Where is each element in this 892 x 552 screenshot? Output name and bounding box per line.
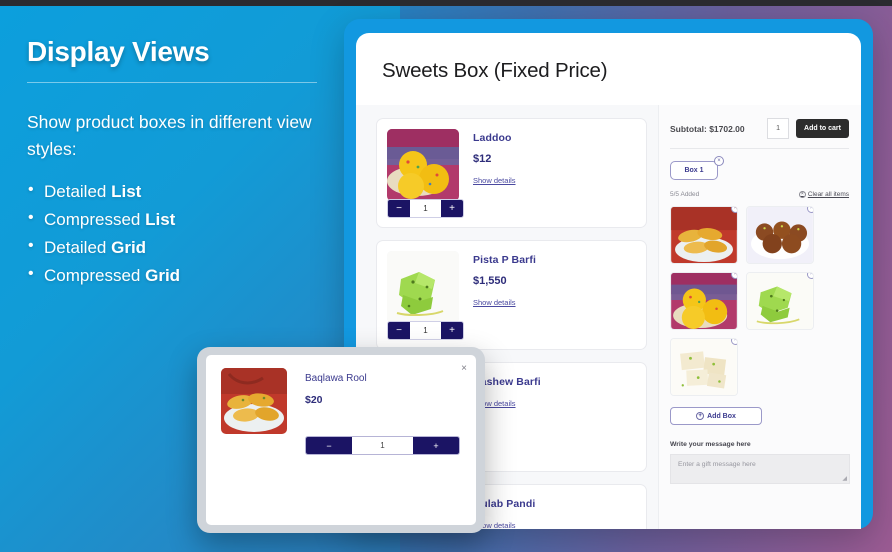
bullet-prefix: Compressed (44, 210, 146, 230)
modal-product-name: Baqlawa Rool (305, 373, 367, 384)
app-title: Sweets Box (Fixed Price) (382, 59, 608, 82)
pista-barfi-image (387, 251, 459, 323)
remove-item-icon[interactable]: × (731, 273, 737, 279)
remove-item-icon[interactable]: × (807, 273, 813, 279)
increment-button[interactable]: + (413, 437, 459, 454)
cashew-barfi-image (671, 339, 737, 395)
bullet-strong: List (145, 210, 176, 230)
cart-summary-row: Subtotal: $1702.00 1 Add to cart (670, 118, 849, 139)
decrement-button[interactable]: − (306, 437, 352, 454)
gift-message-placeholder: Enter a gift message here (678, 461, 756, 468)
bullet-prefix: Compressed (44, 266, 146, 286)
cart-divider (670, 148, 849, 149)
add-box-label: Add Box (707, 412, 736, 420)
add-to-cart-button[interactable]: Add to cart (796, 119, 849, 138)
product-name: Pista P Barfi (473, 254, 536, 266)
baqlawa-rool-image (221, 368, 287, 434)
added-status-row: 5/5 Added × Clear all items (670, 191, 849, 198)
bullet-prefix: Detailed (44, 182, 112, 202)
list-item: Detailed List (28, 177, 327, 206)
modal-quantity-stepper[interactable]: − 1 + (305, 436, 460, 455)
remove-item-icon[interactable]: × (807, 207, 813, 213)
screenshot-stage: Display Views Show product boxes in diff… (0, 0, 892, 552)
resize-handle-icon[interactable]: ◢ (842, 475, 847, 482)
bullet-strong: Grid (111, 238, 147, 258)
bullet-strong: List (111, 182, 142, 202)
title-divider (27, 82, 317, 83)
bullet-prefix: Detailed (44, 238, 112, 258)
close-icon[interactable]: × (461, 363, 467, 374)
box-tabs: Box 1 × (670, 156, 849, 181)
plus-icon: + (696, 412, 705, 420)
tablet-device-frame: × Baqlawa Rool $20 − 1 + (197, 347, 485, 533)
product-info: Laddoo $12 Show details (459, 129, 516, 217)
cart-panel: Subtotal: $1702.00 1 Add to cart Box 1 ×… (658, 105, 861, 529)
selected-item-tile[interactable]: × (746, 206, 814, 264)
remove-box-icon[interactable]: × (714, 156, 724, 166)
modal-product-row: Baqlawa Rool $20 (206, 355, 476, 434)
quantity-stepper[interactable]: − 1 + (387, 321, 464, 340)
laddoo-image (387, 129, 459, 201)
pista-barfi-image (747, 273, 813, 329)
quantity-value[interactable]: 1 (410, 322, 441, 339)
page-title: Display Views (27, 36, 210, 67)
list-item: Detailed Grid (28, 233, 327, 262)
increment-button[interactable]: + (441, 200, 463, 217)
show-details-link[interactable]: Show details (473, 176, 516, 185)
tablet-screen: × Baqlawa Rool $20 − 1 + (206, 355, 476, 525)
gulab-jamun-image (747, 207, 813, 263)
clear-icon: × (798, 191, 806, 198)
clear-all-items-button[interactable]: × Clear all items (798, 191, 849, 198)
box-tab-1[interactable]: Box 1 (670, 161, 718, 180)
selected-items-grid: × × × × × (670, 206, 850, 396)
selected-item-tile[interactable]: × (746, 272, 814, 330)
product-price: $12 (473, 153, 492, 165)
list-item: Compressed Grid (28, 261, 327, 290)
modal-product-info: Baqlawa Rool $20 (287, 368, 367, 434)
selected-item-tile[interactable]: × (670, 338, 738, 396)
intro-text: Show product boxes in different view sty… (27, 112, 312, 159)
laddoo-image (671, 273, 737, 329)
cart-quantity-input[interactable]: 1 (767, 118, 790, 139)
marketing-copy: Display Views Show product boxes in diff… (27, 36, 327, 290)
product-info: Pista P Barfi $1,550 Show details (459, 251, 536, 339)
gift-message-input[interactable]: Enter a gift message here ◢ (670, 454, 850, 484)
bullet-strong: Grid (145, 266, 181, 286)
quantity-value[interactable]: 1 (352, 437, 413, 454)
modal-product-price: $20 (305, 394, 323, 406)
clear-all-label: Clear all items (807, 191, 849, 198)
decrement-button[interactable]: − (388, 200, 410, 217)
show-details-link[interactable]: Show details (473, 298, 536, 307)
product-name: Laddoo (473, 132, 512, 144)
remove-item-icon[interactable]: × (731, 339, 737, 345)
quantity-stepper[interactable]: − 1 + (387, 199, 464, 218)
product-card[interactable]: Pista P Barfi $1,550 Show details − 1 + (376, 240, 647, 350)
increment-button[interactable]: + (441, 322, 463, 339)
quantity-value[interactable]: 1 (410, 200, 441, 217)
view-styles-list: Detailed List Compressed List Detailed G… (27, 177, 327, 290)
product-card[interactable]: Laddoo $12 Show details − 1 + (376, 118, 647, 228)
subtotal-label: Subtotal: $1702.00 (670, 123, 745, 134)
gift-message-label: Write your message here (670, 441, 751, 448)
remove-item-icon[interactable]: × (731, 207, 737, 213)
product-price: $1,550 (473, 275, 507, 287)
baqlawa-rool-image (671, 207, 737, 263)
decrement-button[interactable]: − (388, 322, 410, 339)
selected-item-tile[interactable]: × (670, 206, 738, 264)
add-box-button[interactable]: + Add Box (670, 407, 762, 425)
selected-item-tile[interactable]: × (670, 272, 738, 330)
added-count-label: 5/5 Added (670, 191, 700, 198)
list-item: Compressed List (28, 205, 327, 234)
